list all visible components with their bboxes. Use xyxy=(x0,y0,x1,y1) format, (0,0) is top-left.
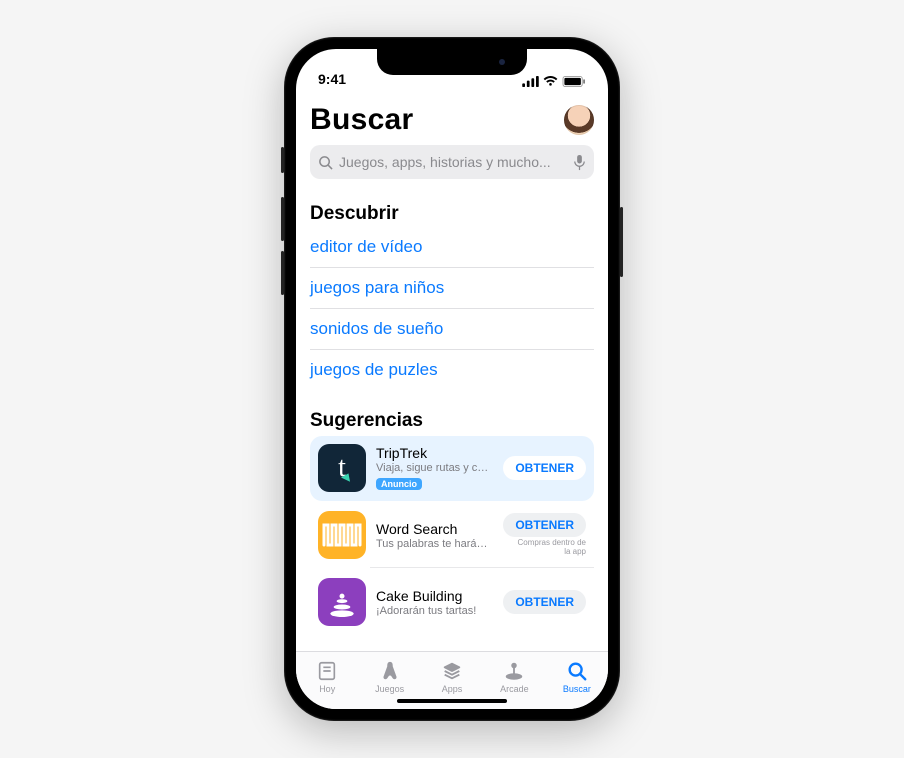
app-meta: TripTrek Viaja, sigue rutas y comparte. … xyxy=(376,445,493,492)
volume-up-button xyxy=(281,197,284,241)
suggestions-heading: Sugerencias xyxy=(310,410,594,432)
content: Buscar Descubrir editor de vídeo juegos … xyxy=(296,89,608,651)
get-button[interactable]: OBTENER xyxy=(503,456,586,480)
cellular-icon xyxy=(522,76,539,87)
tab-label: Apps xyxy=(442,684,463,694)
tab-label: Arcade xyxy=(500,684,529,694)
app-name: Word Search xyxy=(376,521,493,537)
tab-arcade[interactable]: Arcade xyxy=(483,652,545,701)
search-field[interactable] xyxy=(310,145,594,179)
get-button[interactable]: OBTENER xyxy=(503,590,586,614)
app-action: OBTENER xyxy=(503,456,586,480)
discover-item[interactable]: juegos para niños xyxy=(310,267,594,308)
search-input[interactable] xyxy=(339,154,567,170)
app-subtitle: Tus palabras te harán ganar. xyxy=(376,538,493,550)
suggestion-card[interactable]: t TripTrek Viaja, sigue rutas y comparte… xyxy=(310,436,594,501)
app-name: Cake Building xyxy=(376,588,493,604)
app-icon-wordsearch xyxy=(318,511,366,559)
status-indicators xyxy=(522,76,586,87)
screen: 9:41 Buscar Descubrir editor de vídeo ju… xyxy=(296,49,608,709)
tab-label: Juegos xyxy=(375,684,404,694)
tab-label: Hoy xyxy=(319,684,335,694)
discover-item[interactable]: sonidos de sueño xyxy=(310,308,594,349)
phone-frame: 9:41 Buscar Descubrir editor de vídeo ju… xyxy=(284,37,620,721)
games-icon xyxy=(379,660,401,682)
search-icon xyxy=(318,155,333,170)
tab-apps[interactable]: Apps xyxy=(421,652,483,701)
microphone-icon[interactable] xyxy=(573,154,586,171)
app-action: OBTENER Compras dentro de la app xyxy=(503,513,586,557)
volume-down-button xyxy=(281,251,284,295)
discover-list: editor de vídeo juegos para niños sonido… xyxy=(310,229,594,390)
suggestions-section: Sugerencias t TripTrek Viaja, sigue ruta… xyxy=(310,410,594,635)
iap-label: Compras dentro de la app xyxy=(514,539,586,557)
tab-search[interactable]: Buscar xyxy=(546,652,608,701)
tab-label: Buscar xyxy=(563,684,591,694)
discover-item[interactable]: juegos de puzles xyxy=(310,349,594,390)
app-meta: Cake Building ¡Adorarán tus tartas! xyxy=(376,588,493,617)
app-subtitle: Viaja, sigue rutas y comparte. xyxy=(376,462,493,474)
app-meta: Word Search Tus palabras te harán ganar. xyxy=(376,521,493,550)
apps-icon xyxy=(441,660,463,682)
search-tab-icon xyxy=(566,660,588,682)
app-name: TripTrek xyxy=(376,445,493,461)
today-icon xyxy=(316,660,338,682)
arcade-icon xyxy=(503,660,525,682)
page-header: Buscar xyxy=(310,103,594,137)
status-time: 9:41 xyxy=(318,71,346,87)
notch xyxy=(377,49,527,75)
battery-icon xyxy=(562,76,586,87)
app-icon-triptrek: t xyxy=(318,444,366,492)
home-indicator[interactable] xyxy=(397,699,507,703)
page-title: Buscar xyxy=(310,103,414,137)
power-button xyxy=(620,207,623,277)
ad-badge: Anuncio xyxy=(376,478,422,490)
get-button[interactable]: OBTENER xyxy=(503,513,586,537)
tab-games[interactable]: Juegos xyxy=(358,652,420,701)
app-subtitle: ¡Adorarán tus tartas! xyxy=(376,605,493,617)
discover-item[interactable]: editor de vídeo xyxy=(310,229,594,267)
tab-today[interactable]: Hoy xyxy=(296,652,358,701)
app-icon-cakebuilding xyxy=(318,578,366,626)
suggestion-card[interactable]: Cake Building ¡Adorarán tus tartas! OBTE… xyxy=(310,570,594,635)
wifi-icon xyxy=(543,76,558,87)
discover-heading: Descubrir xyxy=(310,203,594,225)
suggestion-card[interactable]: Word Search Tus palabras te harán ganar.… xyxy=(310,503,594,568)
account-avatar[interactable] xyxy=(564,105,594,135)
mute-switch xyxy=(281,147,284,173)
cake-glyph xyxy=(322,582,362,622)
app-action: OBTENER xyxy=(503,590,586,614)
wordsearch-glyph xyxy=(318,511,366,559)
